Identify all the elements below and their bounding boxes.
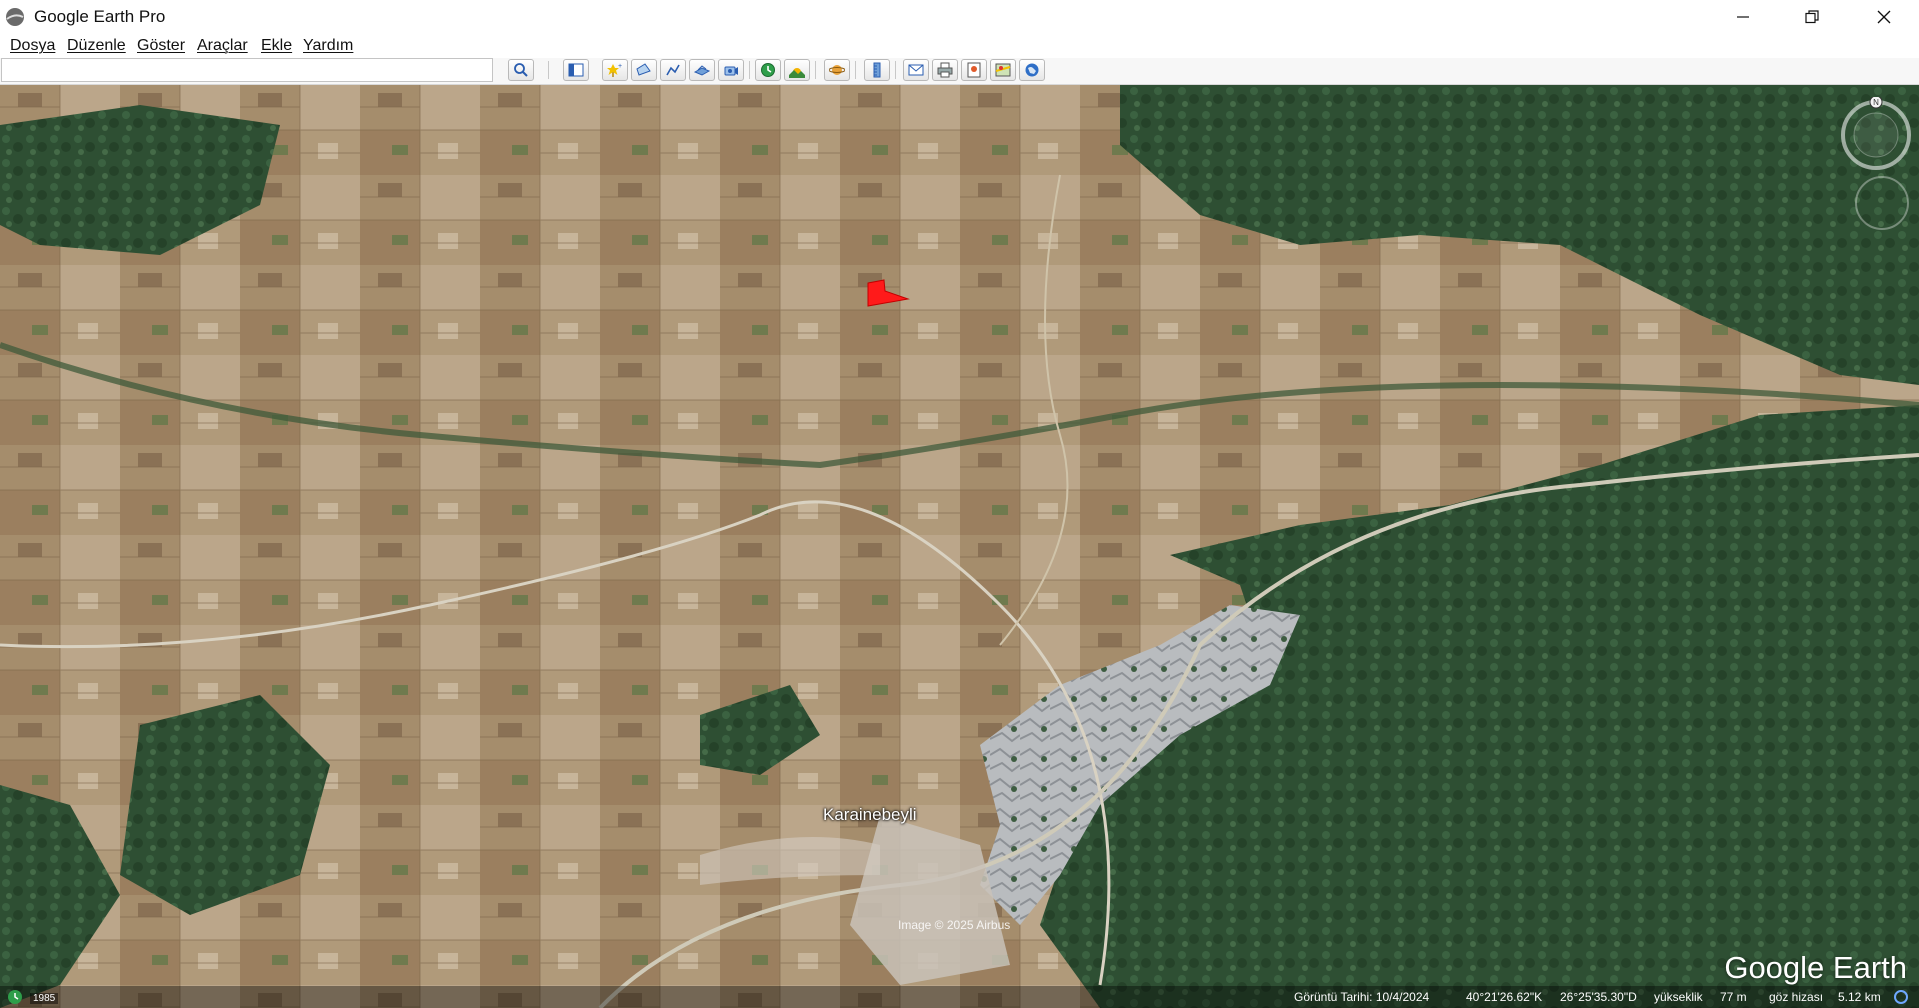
close-icon — [1877, 10, 1891, 24]
imagery-year: 1985 — [30, 993, 59, 1004]
elevation-label: yükseklik — [1654, 990, 1703, 1004]
latitude: 40°21'26.62"K — [1466, 990, 1543, 1004]
add-placemark-button[interactable]: + — [602, 59, 628, 81]
streaming-indicator-icon — [1894, 990, 1908, 1004]
historical-imagery-indicator-icon[interactable] — [7, 989, 23, 1005]
sunlight-icon — [789, 68, 805, 78]
place-label: Karainebeyli — [823, 805, 917, 824]
add-image-overlay-icon — [694, 65, 710, 76]
email-button[interactable] — [903, 59, 929, 81]
status-bar: 1985 Görüntü Tarihi: 10/4/2024 40°21'26.… — [0, 986, 1919, 1008]
restore-icon — [1805, 10, 1819, 24]
close-button[interactable] — [1850, 0, 1918, 34]
map-view[interactable]: Karainebeyli Image © 2025 Airbus Google … — [0, 85, 1919, 1008]
menu-araclar[interactable]: Araçlar — [197, 37, 248, 55]
menu-ekle[interactable]: Ekle — [261, 37, 292, 55]
title-bar: Google Earth Pro — [0, 0, 1919, 35]
planet-icon — [829, 65, 845, 75]
email-icon — [908, 64, 924, 76]
save-image-button[interactable] — [961, 59, 987, 81]
menu-duzenle[interactable]: Düzenle — [67, 37, 126, 55]
longitude: 26°25'35.30"D — [1560, 990, 1637, 1004]
add-polygon-button[interactable] — [631, 59, 657, 81]
toolbar-separator — [855, 61, 856, 79]
historical-imagery-icon — [761, 63, 775, 77]
window-title: Google Earth Pro — [34, 7, 166, 26]
svg-text:+: + — [618, 63, 622, 70]
google-maps-button[interactable] — [990, 59, 1016, 81]
toolbar-separator — [815, 61, 816, 79]
toolbar-separator — [548, 61, 549, 79]
search-input[interactable] — [1, 58, 493, 82]
google-earth-app-icon — [6, 8, 24, 26]
sunlight-button[interactable] — [784, 59, 810, 81]
imagery-copyright: Image © 2025 Airbus — [898, 918, 1011, 932]
add-polygon-icon — [636, 63, 651, 76]
elevation-value: 77 m — [1720, 990, 1747, 1004]
record-tour-button[interactable] — [718, 59, 744, 81]
navigation-compass[interactable]: N — [1838, 97, 1914, 173]
toolbar-separator — [895, 61, 896, 79]
eye-altitude-value: 5.12 km — [1838, 990, 1881, 1004]
imagery-date: Görüntü Tarihi: 10/4/2024 — [1294, 990, 1430, 1004]
add-path-icon — [666, 64, 680, 76]
minimize-icon — [1737, 16, 1749, 18]
toolbar: + — [0, 58, 1919, 85]
svg-text:N: N — [1873, 98, 1879, 107]
record-tour-icon — [724, 66, 738, 76]
search-button[interactable] — [508, 59, 534, 81]
add-placemark-icon: + — [607, 63, 622, 77]
menu-yardim[interactable]: Yardım — [303, 37, 353, 55]
ruler-button[interactable] — [864, 59, 890, 81]
sidebar-toggle-button[interactable] — [563, 59, 589, 81]
satellite-imagery[interactable] — [0, 85, 1919, 1008]
sidebar-toggle-icon — [568, 63, 584, 77]
google-earth-watermark: Google Earth — [1724, 950, 1907, 985]
print-icon — [937, 62, 953, 78]
add-image-overlay-button[interactable] — [689, 59, 715, 81]
planet-button[interactable] — [824, 59, 850, 81]
add-path-button[interactable] — [660, 59, 686, 81]
eye-altitude-label: göz hizası — [1769, 990, 1824, 1004]
minimize-button[interactable] — [1709, 0, 1777, 34]
ruler-icon — [873, 62, 881, 78]
save-image-icon — [967, 62, 981, 78]
look-joystick[interactable] — [1852, 173, 1912, 233]
historical-imagery-button[interactable] — [755, 59, 781, 81]
restore-button[interactable] — [1778, 0, 1846, 34]
search-icon — [514, 63, 528, 77]
earth-icon — [1025, 63, 1039, 77]
toolbar-separator — [749, 61, 750, 79]
menu-goster[interactable]: Göster — [137, 37, 185, 55]
menu-dosya[interactable]: Dosya — [10, 37, 55, 55]
earth-button[interactable] — [1019, 59, 1045, 81]
google-maps-icon — [995, 63, 1011, 77]
print-button[interactable] — [932, 59, 958, 81]
menu-bar: Dosya Düzenle Göster Araçlar Ekle Yardım — [0, 34, 1919, 58]
